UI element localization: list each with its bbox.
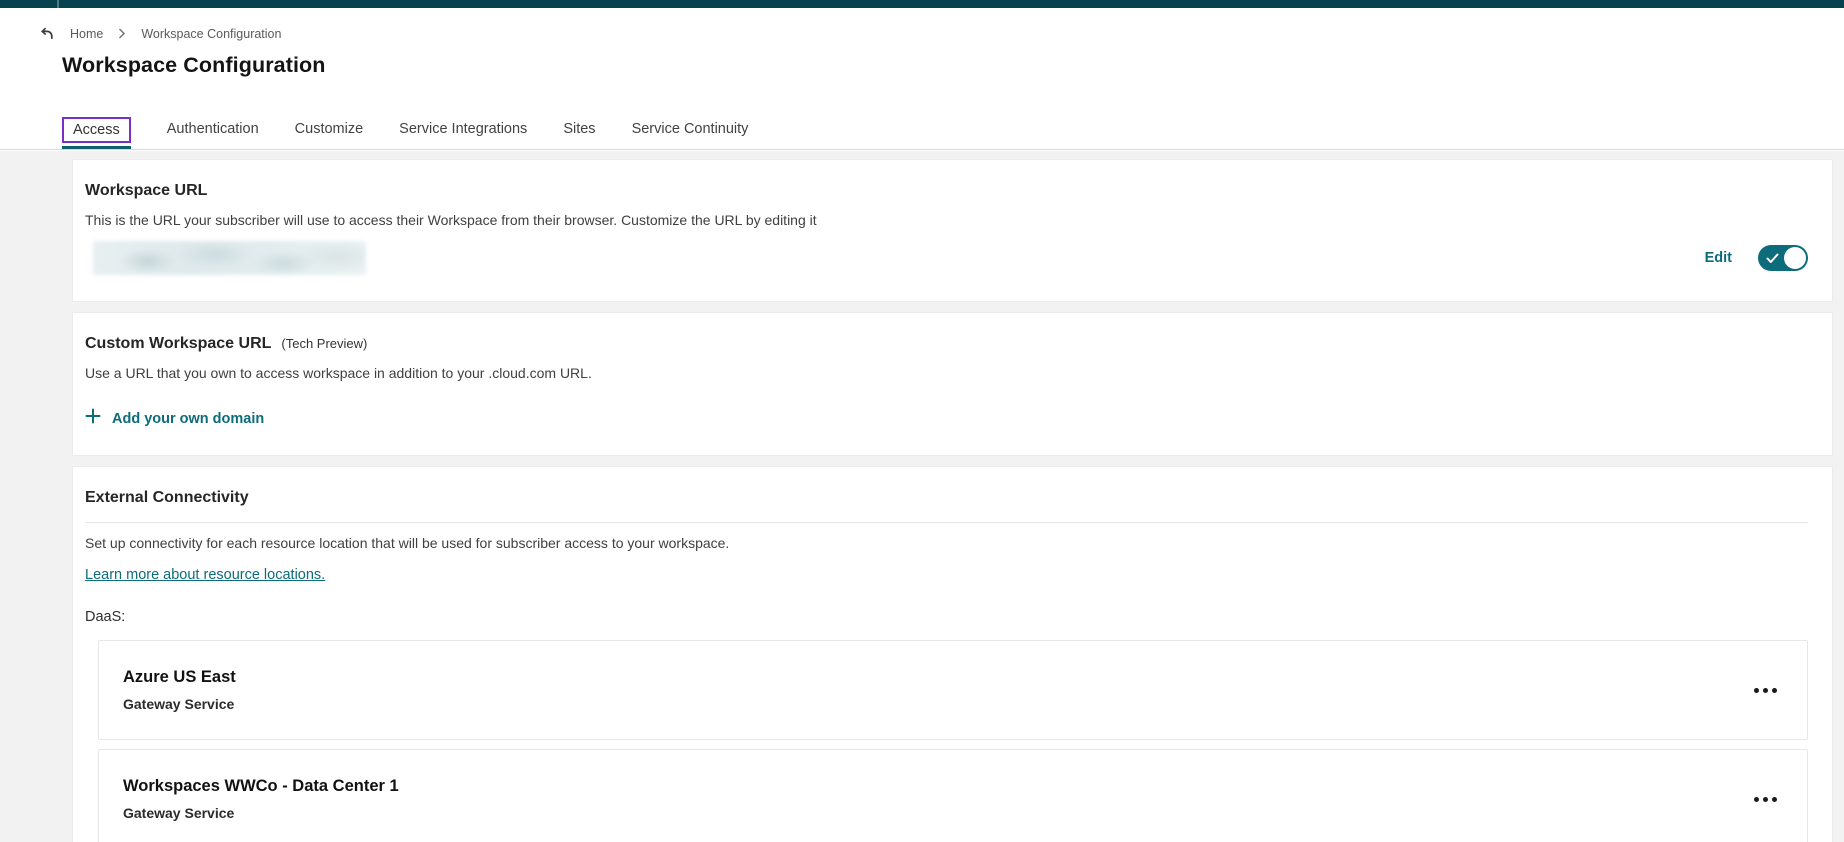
resource-location-connectivity: Gateway Service	[123, 805, 235, 821]
top-bar	[0, 0, 1844, 8]
learn-more-link[interactable]: Learn more about resource locations.	[85, 567, 325, 583]
breadcrumb-current: Workspace Configuration	[141, 26, 282, 41]
workspace-url-title: Workspace URL	[85, 182, 208, 199]
custom-workspace-url-section: Custom Workspace URL (Tech Preview) Use …	[72, 312, 1833, 456]
resource-location-menu-button[interactable]	[1748, 682, 1783, 699]
back-arrow-icon[interactable]	[38, 25, 55, 42]
tech-preview-tag: (Tech Preview)	[281, 336, 368, 351]
resource-location-card: Workspaces WWCo - Data Center 1 Gateway …	[98, 749, 1808, 842]
ellipsis-icon	[1754, 687, 1759, 693]
tab-bar: Access Authentication Customize Service …	[62, 117, 748, 149]
workspace-url-value-redacted	[93, 241, 366, 275]
tab-service-integrations[interactable]: Service Integrations	[399, 118, 527, 149]
plus-icon	[85, 408, 101, 429]
page-header: Home Workspace Configuration Workspace C…	[0, 8, 1844, 150]
section-divider	[85, 522, 1808, 523]
add-domain-button[interactable]: Add your own domain	[85, 408, 264, 429]
workspace-url-section: Workspace URL This is the URL your subsc…	[72, 159, 1833, 302]
resource-location-menu-button[interactable]	[1748, 791, 1783, 808]
custom-url-description: Use a URL that you own to access workspa…	[85, 365, 592, 381]
add-domain-label: Add your own domain	[112, 410, 265, 427]
edit-url-button[interactable]: Edit	[1705, 250, 1732, 266]
toggle-knob	[1784, 247, 1806, 269]
tab-label: Sites	[563, 121, 596, 137]
breadcrumb: Home Workspace Configuration	[38, 25, 1844, 42]
external-connectivity-description: Set up connectivity for each resource lo…	[85, 535, 730, 551]
custom-url-title: Custom Workspace URL	[85, 335, 272, 352]
resource-location-info: Azure US East Gateway Service	[123, 668, 236, 712]
workspace-url-toggle[interactable]	[1758, 245, 1808, 271]
tab-label: Service Continuity	[631, 121, 749, 137]
tab-sites[interactable]: Sites	[563, 118, 595, 149]
tab-access[interactable]: Access	[62, 117, 131, 149]
workspace-url-row: Edit	[85, 241, 1808, 275]
workspace-url-description: This is the URL your subscriber will use…	[85, 212, 817, 228]
tab-authentication[interactable]: Authentication	[167, 118, 259, 149]
resource-location-info: Workspaces WWCo - Data Center 1 Gateway …	[123, 777, 399, 821]
breadcrumb-home[interactable]: Home	[70, 27, 103, 41]
daas-group-label: DaaS:	[85, 609, 126, 625]
chevron-right-icon	[118, 28, 126, 39]
external-connectivity-title: External Connectivity	[85, 489, 249, 506]
tab-label: Customize	[294, 121, 364, 137]
resource-location-card: Azure US East Gateway Service	[98, 640, 1808, 740]
tab-service-continuity[interactable]: Service Continuity	[632, 118, 749, 149]
workspace-url-actions: Edit	[1705, 245, 1808, 271]
top-bar-divider	[57, 0, 59, 8]
tab-label: Access	[62, 117, 131, 143]
check-icon	[1766, 253, 1779, 264]
page-title: Workspace Configuration	[62, 53, 326, 77]
content-area: Workspace URL This is the URL your subsc…	[0, 151, 1844, 842]
custom-url-title-row: Custom Workspace URL (Tech Preview)	[85, 335, 1808, 353]
tab-label: Service Integrations	[399, 121, 528, 137]
external-connectivity-section: External Connectivity Set up connectivit…	[72, 466, 1833, 842]
resource-location-connectivity: Gateway Service	[123, 696, 235, 712]
tab-customize[interactable]: Customize	[295, 118, 364, 149]
resource-location-name: Azure US East	[123, 668, 236, 686]
ellipsis-icon	[1754, 796, 1759, 802]
tab-label: Authentication	[166, 121, 259, 137]
resource-location-name: Workspaces WWCo - Data Center 1	[123, 777, 399, 795]
